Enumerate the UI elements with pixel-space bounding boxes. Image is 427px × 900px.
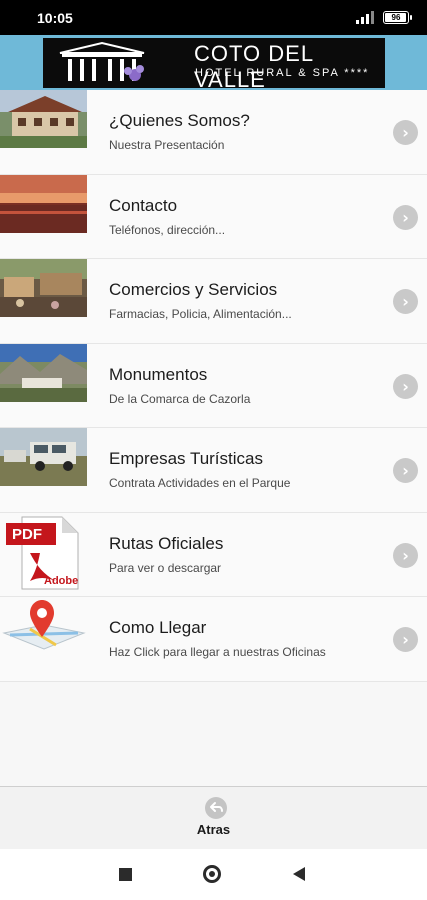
back-icon[interactable] [293, 867, 305, 881]
menu-item-title: Comercios y Servicios [109, 280, 278, 299]
pdf-icon: PDF Adobe [0, 513, 87, 593]
chevron-right-icon[interactable]: › [393, 289, 418, 314]
signal-icon [356, 11, 374, 24]
back-arrow-icon[interactable] [204, 796, 228, 820]
chevron-right-icon[interactable]: › [393, 204, 418, 230]
jeeps-photo [0, 428, 87, 486]
status-time: 10:05 [37, 10, 73, 26]
menu-item-subtitle: Haz Click para llegar a nuestras Oficina… [109, 645, 326, 659]
village-photo [0, 343, 87, 402]
menu-item-como-llegar[interactable]: Como Llegar Haz Click para llegar a nues… [0, 597, 427, 682]
menu-item-comercios[interactable]: Comercios y Servicios Farmacias, Policia… [0, 259, 427, 344]
battery-icon: 96 [383, 10, 412, 24]
menu-item-contacto[interactable]: Contacto Teléfonos, dirección... › [0, 174, 427, 259]
menu-item-subtitle: Farmacias, Policia, Alimentación... [109, 307, 292, 321]
street-photo [0, 259, 87, 317]
menu-item-subtitle: Nuestra Presentación [109, 138, 225, 152]
menu-item-monumentos[interactable]: Monumentos De la Comarca de Cazorla › [0, 343, 427, 428]
map-pin-icon [2, 600, 86, 650]
menu-item-subtitle: Teléfonos, dirección... [109, 222, 226, 237]
menu-item-title: Monumentos [109, 364, 208, 384]
menu-item-title: Contacto [109, 195, 178, 215]
menu-item-empresas[interactable]: Empresas Turísticas Contrata Actividades… [0, 428, 427, 513]
temple-icon [59, 41, 145, 81]
chevron-right-icon[interactable]: › [393, 542, 418, 568]
menu-item-quienes-somos[interactable]: ¿Quienes Somos? Nuestra Presentación › [0, 90, 427, 175]
sunset-photo [0, 174, 87, 233]
android-nav-bar [0, 849, 427, 900]
menu-item-title: Rutas Oficiales [109, 533, 224, 553]
adobe-label: Adobe [44, 574, 79, 587]
home-icon[interactable] [203, 865, 221, 883]
menu-item-title: Empresas Turísticas [109, 449, 263, 468]
logo-subtitle: HOTEL RURAL & SPA **** [195, 67, 370, 79]
hotel-photo [0, 90, 87, 148]
menu-list: ¿Quienes Somos? Nuestra Presentación › C… [0, 90, 427, 682]
back-button[interactable]: Atras [0, 822, 427, 837]
menu-item-title: Como Llegar [109, 618, 207, 637]
menu-item-subtitle: Para ver o descargar [109, 560, 222, 575]
menu-item-subtitle: Contrata Actividades en el Parque [109, 476, 291, 490]
chevron-right-icon[interactable]: › [393, 373, 418, 399]
status-icons: 96 [355, 10, 412, 24]
chevron-right-icon[interactable]: › [393, 120, 418, 145]
menu-item-rutas[interactable]: PDF Adobe Rutas Oficiales Para ver o des… [0, 512, 427, 597]
chevron-right-icon[interactable]: › [393, 458, 418, 483]
footer-bar: Atras [0, 786, 427, 849]
battery-level-text: 96 [391, 12, 401, 22]
menu-item-subtitle: De la Comarca de Cazorla [109, 391, 251, 406]
hotel-logo: COTO DEL VALLE HOTEL RURAL & SPA **** [43, 38, 385, 92]
recents-icon[interactable] [119, 868, 132, 881]
pdf-label: PDF [12, 525, 42, 543]
status-bar: 10:05 96 [0, 0, 427, 35]
menu-item-title: ¿Quienes Somos? [109, 111, 250, 130]
chevron-right-icon[interactable]: › [393, 627, 418, 652]
